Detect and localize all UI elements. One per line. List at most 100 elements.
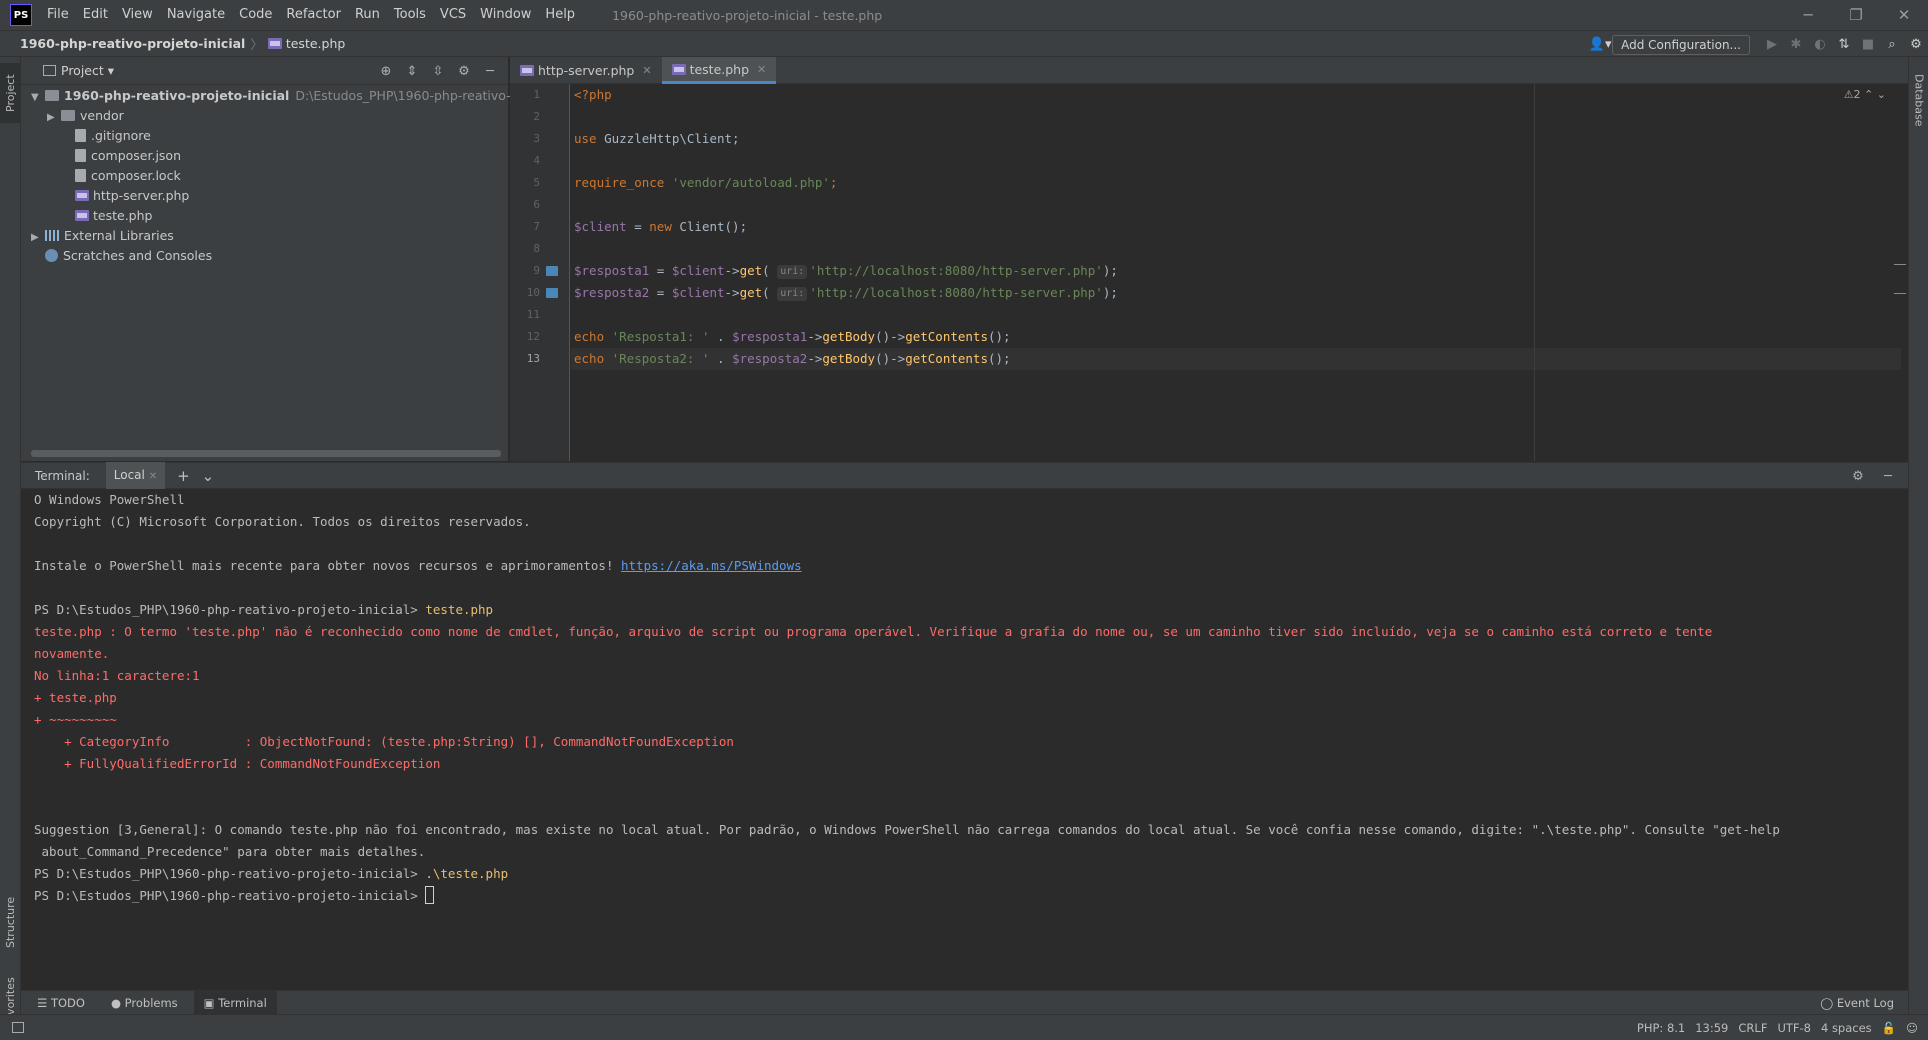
tree-item-composer-lock[interactable]: composer.lock <box>75 166 181 186</box>
inspector-icon[interactable]: ☺ <box>1906 1021 1918 1035</box>
prompt: PS D:\Estudos_PHP\1960-php-reativo-proje… <box>34 888 426 903</box>
file-encoding[interactable]: UTF-8 <box>1777 1021 1811 1035</box>
lock-icon[interactable]: 🔓 <box>1882 1021 1896 1035</box>
line-separator[interactable]: CRLF <box>1738 1021 1767 1035</box>
line-number: 3 <box>533 132 540 145</box>
tab-teste[interactable]: teste.php ✕ <box>661 57 777 84</box>
tree-item-vendor[interactable]: ▶ vendor <box>47 106 124 126</box>
hide-icon[interactable]: ─ <box>1876 465 1900 487</box>
status-right: PHP: 8.1 13:59 CRLF UTF-8 4 spaces 🔓 ☺ <box>1637 1015 1918 1040</box>
file-icon <box>75 129 86 142</box>
tool-tab-problems[interactable]: ● Problems <box>101 991 188 1015</box>
error-line: No linha:1 caractere:1 <box>34 668 200 683</box>
event-log-label: Event Log <box>1836 996 1894 1010</box>
toolbar-right: 👤▾ Add Configuration... ▶ ✱ ◐ ⇅ ■ ⌕ ⚙ <box>1588 31 1928 58</box>
tree-external-libraries[interactable]: ▶ External Libraries <box>31 226 174 246</box>
code-editor[interactable]: <?php use GuzzleHttp\Client; require_onc… <box>571 84 1908 461</box>
code-text: ); <box>1102 285 1118 300</box>
line-number: 11 <box>526 308 540 321</box>
http-request-icon[interactable] <box>546 266 558 276</box>
chevron-down-icon[interactable]: ⌄ <box>202 467 215 485</box>
tree-item-composer-json[interactable]: composer.json <box>75 146 181 166</box>
locate-icon[interactable]: ⊕ <box>374 60 398 82</box>
code-line-current: echo 'Resposta2: ' . $resposta2->getBody… <box>574 348 1011 370</box>
breadcrumb-file[interactable]: teste.php <box>267 36 345 51</box>
tab-http-server[interactable]: http-server.php ✕ <box>510 57 662 84</box>
breadcrumb-separator: 〉 <box>250 37 263 52</box>
code-text: = <box>626 219 650 234</box>
menu-help[interactable]: Help <box>538 0 582 30</box>
terminal-output[interactable]: O Windows PowerShell Copyright (C) Micro… <box>21 489 1908 989</box>
indent-settings[interactable]: 4 spaces <box>1821 1021 1872 1035</box>
caret-position[interactable]: 13:59 <box>1695 1021 1728 1035</box>
http-request-icon[interactable] <box>546 288 558 298</box>
tree-item-http-server[interactable]: http-server.php <box>75 186 189 206</box>
tree-item-gitignore[interactable]: .gitignore <box>75 126 151 146</box>
toggle-tool-windows-icon[interactable] <box>12 1022 24 1033</box>
chevron-right-icon[interactable]: ▶ <box>47 108 61 128</box>
close-icon[interactable]: ✕ <box>642 64 651 77</box>
restore-icon[interactable]: ❐ <box>1832 0 1880 30</box>
gear-icon[interactable]: ⚙ <box>1904 33 1928 57</box>
line-number: 12 <box>526 330 540 343</box>
menu-refactor[interactable]: Refactor <box>279 0 348 30</box>
menu-vcs[interactable]: VCS <box>433 0 473 30</box>
tool-tab-project[interactable]: Project <box>0 63 21 123</box>
search-icon[interactable]: ⌕ <box>1880 33 1904 57</box>
add-icon[interactable]: + <box>177 467 190 485</box>
code-line: echo 'Resposta1: ' . $resposta1->getBody… <box>574 326 1011 348</box>
code-text: () <box>875 329 891 344</box>
code-text: Client(); <box>671 219 748 234</box>
editor-gutter: 1 2 3 4 5 6 7 8 9 10 11 12 13 <box>510 84 570 461</box>
user-icon[interactable]: 👤▾ <box>1588 33 1612 57</box>
debug-icon[interactable]: ✱ <box>1784 33 1808 57</box>
expand-all-icon[interactable]: ⇕ <box>400 60 424 82</box>
php-file-icon <box>671 63 686 75</box>
breadcrumb-project[interactable]: 1960-php-reativo-projeto-inicial <box>20 36 245 51</box>
chevron-up-icon[interactable]: ⌃ <box>1864 88 1873 101</box>
close-icon[interactable]: ✕ <box>757 63 766 76</box>
chevron-right-icon[interactable]: ▶ <box>31 228 45 248</box>
terminal-tab-local[interactable]: Local ✕ <box>105 462 166 489</box>
add-configuration-button[interactable]: Add Configuration... <box>1612 34 1750 55</box>
tool-tab-database[interactable]: Database <box>1909 65 1928 135</box>
menu-code[interactable]: Code <box>232 0 279 30</box>
coverage-icon[interactable]: ◐ <box>1808 33 1832 57</box>
close-icon[interactable]: ✕ <box>1880 0 1928 30</box>
tree-item-teste[interactable]: teste.php <box>75 206 152 226</box>
stop-icon[interactable]: ■ <box>1856 33 1880 57</box>
string: 'http://localhost:8080/http-server.php' <box>809 263 1103 278</box>
terminal-link[interactable]: https://aka.ms/PSWindows <box>621 558 802 573</box>
tool-tab-todo[interactable]: ☰ TODO <box>27 991 95 1015</box>
menu-navigate[interactable]: Navigate <box>160 0 232 30</box>
horizontal-scrollbar[interactable] <box>31 450 501 457</box>
php-version[interactable]: PHP: 8.1 <box>1637 1021 1685 1035</box>
chevron-down-icon[interactable]: ▼ <box>31 88 45 108</box>
tool-tab-terminal[interactable]: ▣ Terminal <box>193 990 277 1015</box>
variable: $resposta2 <box>732 351 808 366</box>
event-log-button[interactable]: ◯ Event Log <box>1820 991 1894 1015</box>
menu-view[interactable]: View <box>115 0 160 30</box>
menu-window[interactable]: Window <box>473 0 538 30</box>
php-file-icon <box>75 210 89 221</box>
hide-icon[interactable]: ─ <box>478 60 502 82</box>
menu-run[interactable]: Run <box>348 0 387 30</box>
gear-icon[interactable]: ⚙ <box>452 60 476 82</box>
menu-edit[interactable]: Edit <box>76 0 115 30</box>
tool-tab-structure[interactable]: Structure <box>0 887 21 957</box>
project-view-selector[interactable]: Project ▾ <box>43 63 114 78</box>
run-icon[interactable]: ▶ <box>1760 33 1784 57</box>
menu-file[interactable]: File <box>40 0 76 30</box>
inspection-widget[interactable]: ⚠2 ⌃ ⌄ <box>1844 88 1886 101</box>
gear-icon[interactable]: ⚙ <box>1846 465 1870 487</box>
profile-icon[interactable]: ⇅ <box>1832 33 1856 57</box>
list-icon: ☰ <box>37 995 48 1010</box>
minimize-icon[interactable]: ─ <box>1784 0 1832 30</box>
close-icon[interactable]: ✕ <box>149 471 157 482</box>
tree-scratches[interactable]: Scratches and Consoles <box>45 246 212 266</box>
chevron-down-icon[interactable]: ⌄ <box>1877 88 1886 101</box>
json-file-icon <box>75 149 86 162</box>
terminal-line: PS D:\Estudos_PHP\1960-php-reativo-proje… <box>34 885 435 907</box>
menu-tools[interactable]: Tools <box>387 0 433 30</box>
collapse-all-icon[interactable]: ⇳ <box>426 60 450 82</box>
